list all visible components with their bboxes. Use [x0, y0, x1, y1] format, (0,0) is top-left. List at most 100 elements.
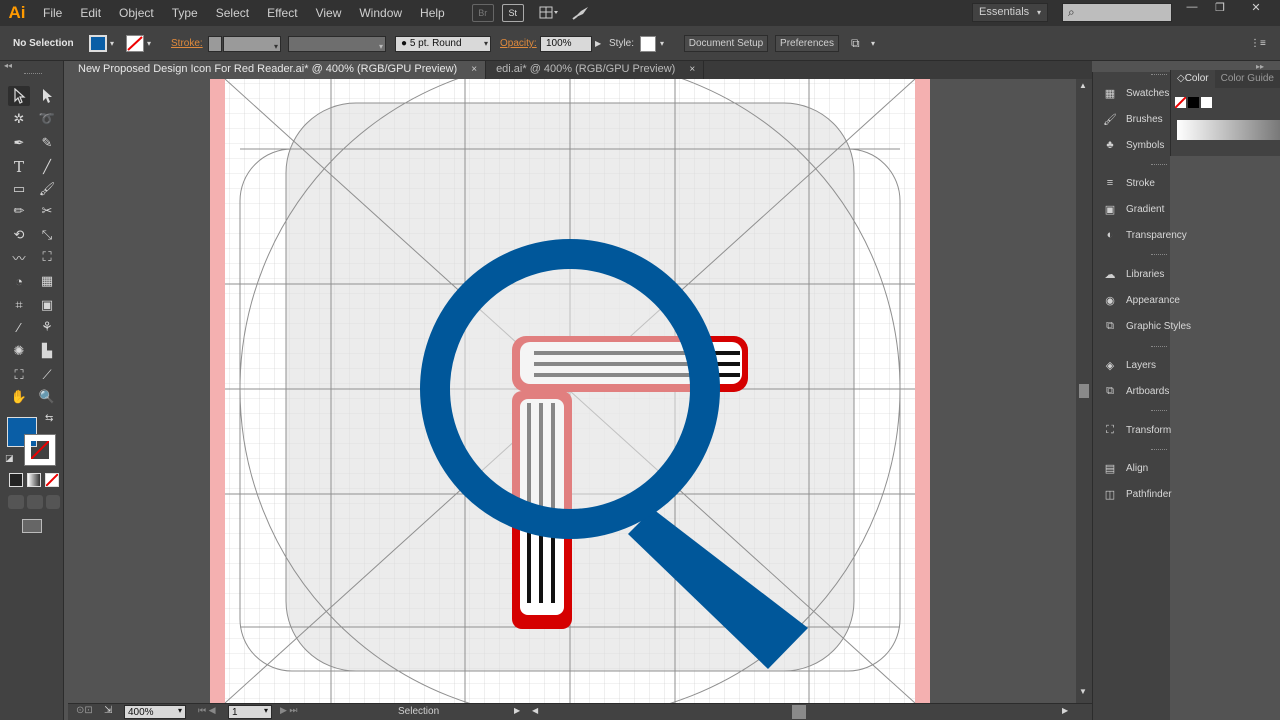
brush-definition-dropdown[interactable]: ● 5 pt. Round ▾	[395, 36, 491, 52]
panel-grip[interactable]	[1151, 449, 1167, 451]
arrange-icon[interactable]: ⧉	[851, 34, 860, 53]
stock-icon[interactable]: St	[501, 4, 524, 22]
pen-tool-icon[interactable]: ✒	[8, 133, 30, 153]
stroke-weight-field[interactable]: ▾	[223, 36, 281, 52]
panel-pathfinder[interactable]: ◫ Pathfinder	[1102, 485, 1172, 503]
panel-grip[interactable]	[1151, 164, 1167, 166]
zoom-tool-icon[interactable]: 🔍	[36, 387, 58, 407]
none-mode-icon[interactable]	[45, 473, 59, 487]
white-swatch[interactable]	[1201, 97, 1212, 108]
scroll-down-icon[interactable]: ▼	[1079, 687, 1087, 696]
panel-brushes[interactable]: 🖌 Brushes	[1102, 110, 1163, 128]
panel-grip[interactable]	[1151, 346, 1167, 348]
eyedropper-tool-icon[interactable]: ⁄	[8, 317, 30, 337]
panel-libraries[interactable]: ☁ Libraries	[1102, 265, 1165, 283]
menu-type[interactable]: Type	[163, 0, 207, 26]
style-dropdown-icon[interactable]: ▾	[660, 34, 664, 53]
panel-transform[interactable]: ⛶ Transform	[1102, 421, 1171, 439]
canvas-area[interactable]	[68, 79, 1076, 703]
export-icon[interactable]: ⇲	[104, 705, 112, 716]
close-icon[interactable]: ×	[689, 61, 695, 79]
fill-dropdown-icon[interactable]: ▾	[110, 34, 114, 53]
status-arrow-icon[interactable]: ▶	[514, 706, 520, 715]
panel-symbols[interactable]: ♣ Symbols	[1102, 136, 1164, 154]
default-fill-stroke-icon[interactable]: ◪	[5, 453, 14, 464]
restore-icon[interactable]: ❐	[1208, 1, 1232, 15]
panel-grip[interactable]	[1151, 410, 1167, 412]
panel-grip[interactable]	[1151, 74, 1167, 76]
variable-width-profile[interactable]: ▾	[288, 36, 386, 52]
paintbrush-tool-icon[interactable]: 🖌	[36, 179, 58, 199]
scroll-left-icon[interactable]: ◀	[532, 706, 538, 715]
panel-graphic-styles[interactable]: ⧉ Graphic Styles	[1102, 317, 1191, 335]
selection-tool-icon[interactable]	[8, 86, 30, 106]
column-graph-tool-icon[interactable]: ▙	[36, 341, 58, 361]
tab-color-guide[interactable]: Color Guide	[1215, 70, 1280, 88]
stroke-label[interactable]: Stroke:	[171, 34, 203, 53]
menu-file[interactable]: File	[34, 0, 71, 26]
menu-select[interactable]: Select	[207, 0, 258, 26]
control-panel-menu-icon[interactable]: ⋮≡	[1250, 34, 1266, 53]
draw-inside-icon[interactable]	[46, 495, 60, 509]
zoom-dropdown-icon[interactable]: ▾	[178, 706, 182, 715]
preferences-button[interactable]: Preferences	[775, 35, 839, 52]
menu-window[interactable]: Window	[350, 0, 411, 26]
color-mode-icon[interactable]	[9, 473, 23, 487]
vertical-scroll-thumb[interactable]	[1079, 384, 1089, 398]
tab-red-reader[interactable]: New Proposed Design Icon For Red Reader.…	[68, 61, 487, 79]
horizontal-scroll-thumb[interactable]	[792, 705, 806, 719]
menu-effect[interactable]: Effect	[258, 0, 306, 26]
shape-builder-tool-icon[interactable]: ◔	[8, 271, 30, 291]
stroke-dropdown-icon[interactable]: ▾	[147, 34, 151, 53]
symbol-sprayer-tool-icon[interactable]: ✺	[8, 341, 30, 361]
menu-object[interactable]: Object	[110, 0, 163, 26]
panel-artboards[interactable]: ⧉ Artboards	[1102, 382, 1169, 400]
mesh-tool-icon[interactable]: ⌗	[8, 295, 30, 315]
toolbar-collapse-icon[interactable]: ◂◂	[4, 61, 12, 70]
bridge-icon[interactable]: Br	[471, 4, 494, 22]
artboard-tool-icon[interactable]: ⛶	[8, 365, 30, 385]
workspace-switcher[interactable]: Essentials ▾	[972, 3, 1048, 22]
scissors-tool-icon[interactable]: ✂	[36, 201, 58, 221]
stroke-color-swatch[interactable]	[24, 434, 56, 466]
scale-tool-icon[interactable]: ⤡	[36, 225, 58, 245]
panel-transparency[interactable]: ◐ Transparency	[1102, 226, 1187, 244]
tab-edi[interactable]: edi.ai* @ 400% (RGB/GPU Preview) ×	[486, 61, 705, 79]
artboard[interactable]	[68, 79, 1076, 703]
opacity-label[interactable]: Opacity:	[500, 34, 537, 53]
tab-color[interactable]: ◇Color	[1171, 70, 1215, 88]
warp-tool-icon[interactable]: 〰	[8, 247, 30, 267]
curvature-tool-icon[interactable]: ✎	[36, 133, 58, 153]
search-input[interactable]: ⌕	[1062, 3, 1172, 22]
black-swatch[interactable]	[1188, 97, 1199, 108]
panel-stroke[interactable]: ≡ Stroke	[1102, 174, 1155, 192]
rectangle-tool-icon[interactable]: ▭	[8, 179, 30, 199]
stroke-weight-stepper[interactable]	[208, 36, 222, 52]
panel-grip[interactable]	[1151, 254, 1167, 256]
panel-layers[interactable]: ◈ Layers	[1102, 356, 1156, 374]
panel-gradient[interactable]: ▣ Gradient	[1102, 200, 1165, 218]
panel-appearance[interactable]: ◉ Appearance	[1102, 291, 1180, 309]
slice-tool-icon[interactable]: ⟋	[36, 365, 58, 385]
vertical-scrollbar[interactable]: ▲ ▼	[1076, 79, 1092, 703]
blend-tool-icon[interactable]: ⚘	[36, 317, 58, 337]
type-tool-icon[interactable]: T	[8, 157, 30, 177]
color-spectrum-ramp[interactable]	[1177, 120, 1280, 140]
free-transform-tool-icon[interactable]: ⛶	[36, 247, 58, 267]
minimize-icon[interactable]: —	[1180, 1, 1204, 15]
menu-view[interactable]: View	[307, 0, 351, 26]
toolbar-grip[interactable]	[24, 73, 42, 75]
panel-align[interactable]: ▤ Align	[1102, 459, 1148, 477]
line-segment-tool-icon[interactable]: ╱	[36, 157, 58, 177]
direct-selection-tool-icon[interactable]	[36, 86, 58, 106]
gradient-mode-icon[interactable]	[27, 473, 41, 487]
draw-normal-icon[interactable]	[8, 495, 24, 509]
first-artboard-icon[interactable]: ⏮ ◀	[198, 705, 216, 716]
zoom-level-field[interactable]: 400%	[124, 705, 186, 719]
magic-wand-tool-icon[interactable]: ✲	[8, 109, 30, 129]
hand-tool-icon[interactable]: ✋	[8, 387, 30, 407]
swap-fill-stroke-icon[interactable]: ⇆	[45, 413, 53, 424]
stroke-swatch[interactable]	[126, 35, 144, 52]
screen-mode-icon[interactable]	[22, 519, 42, 533]
scroll-up-icon[interactable]: ▲	[1079, 81, 1087, 90]
